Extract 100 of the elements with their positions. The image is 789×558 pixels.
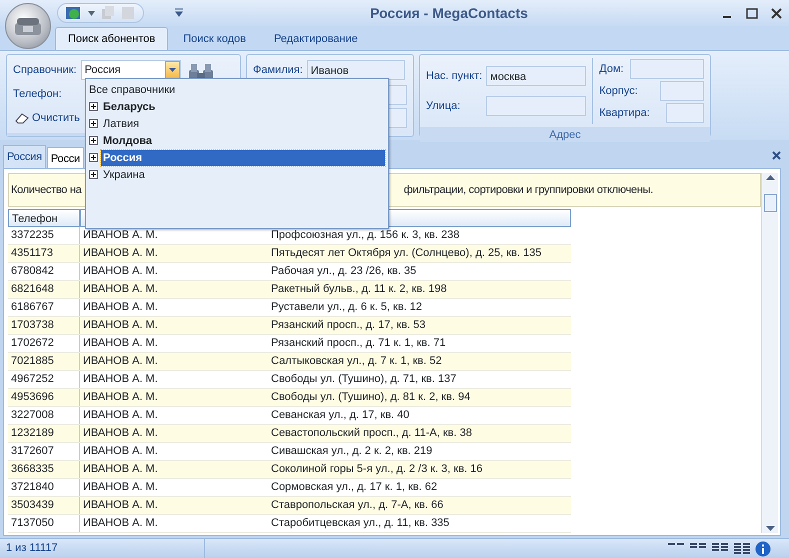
table-cell: 3668335 [8, 461, 80, 478]
app-orb-button[interactable] [5, 3, 51, 49]
field-label: Телефон: [13, 86, 62, 102]
table-cell-text: ИВАНОВ А. М. [82, 246, 159, 261]
table-cell: 7021885 [8, 353, 80, 370]
table-cell: 3372235 [8, 227, 80, 244]
dropdown-item[interactable]: Украина [101, 166, 385, 182]
field-label: Фамилия: [253, 62, 303, 78]
table-cell: 3721840 [8, 479, 80, 496]
scroll-down-icon[interactable] [766, 526, 774, 531]
phone-icon [13, 15, 43, 37]
building-field[interactable] [660, 81, 704, 101]
window-title: Россия - MegaContacts [369, 4, 529, 23]
document-tab[interactable]: Россия [3, 144, 46, 168]
table-cell-text: Севанская ул., д. 17, кв. 40 [270, 408, 410, 423]
city-field[interactable]: москва [486, 66, 586, 86]
table-cell-text: Пятьдесят лет Октября ул. (Солнцево), д. 25, кв. 135 [270, 246, 542, 261]
dropdown-item[interactable]: Молдова [101, 132, 385, 148]
table-cell-text: ИВАНОВ А. М. [82, 264, 159, 279]
field-label: Справочник: [13, 62, 77, 78]
expand-icon[interactable] [89, 170, 98, 179]
table-cell-text: Рязанский просп., д. 71 к. 1, кв. 71 [270, 336, 447, 351]
apartment-field[interactable] [666, 103, 704, 123]
close-icon[interactable] [772, 150, 781, 160]
eraser-icon [15, 112, 29, 124]
table-cell-text: Сивашская ул., д. 2 к. 2, кв. 219 [270, 444, 434, 459]
clear-button[interactable]: Очистить [13, 110, 82, 126]
table-cell-text: Соколиной горы 5-я ул., д. 2 /3 к. 3, кв. 16 [270, 462, 484, 477]
table-cell-text: Салтыковская ул., д. 7 к. 1, кв. 52 [270, 354, 443, 369]
field-label: Нас. пункт: [426, 68, 482, 84]
table-cell: 6821648 [8, 281, 80, 298]
table-cell-text: Ракетный бульв., д. 11 к. 2, кв. 198 [270, 282, 448, 297]
info-text: Количество на [11, 182, 82, 198]
expand-icon[interactable] [89, 153, 98, 162]
record-counter: 1 из 11117 [0, 539, 205, 558]
table-cell: 4967252 [8, 371, 80, 388]
table-cell-text: Свободы ул. (Тушино), д. 71, кв. 137 [270, 372, 458, 387]
table-cell-text: ИВАНОВ А. М. [82, 516, 159, 531]
table-cell: 4953696 [8, 389, 80, 406]
expand-icon[interactable] [89, 102, 98, 111]
maximize-icon[interactable] [744, 6, 759, 20]
column-header[interactable]: Телефон [8, 209, 80, 227]
table-cell-text: ИВАНОВ А. М. [82, 354, 159, 369]
ribbon-tab[interactable]: Поиск кодов [170, 26, 259, 50]
ribbon-tab[interactable]: Редактирование [260, 26, 371, 50]
view-layout-icon[interactable] [733, 542, 751, 555]
table-cell-text: Сормовская ул., д. 17 к. 1, кв. 62 [270, 480, 438, 495]
table-cell-text: Севастопольский просп., д. 11-А, кв. 38 [270, 426, 473, 441]
table-cell-text: ИВАНОВ А. М. [82, 480, 159, 495]
table-cell-text: ИВАНОВ А. М. [82, 282, 159, 297]
table-cell-text: ИВАНОВ А. М. [82, 372, 159, 387]
scroll-up-icon[interactable] [766, 175, 774, 180]
table-cell-text: ИВАНОВ А. М. [82, 228, 159, 243]
dropdown-button[interactable] [164, 61, 180, 79]
table-cell-text: ИВАНОВ А. М. [82, 408, 159, 423]
table-cell-text: ИВАНОВ А. М. [82, 498, 159, 513]
caret-icon[interactable] [88, 10, 95, 16]
dropdown-item[interactable]: Все справочники [89, 82, 385, 98]
table-cell: 4351173 [8, 245, 80, 262]
table-cell-text: ИВАНОВ А. М. [82, 318, 159, 333]
table-cell-text: ИВАНОВ А. М. [82, 444, 159, 459]
table-cell: 1702672 [8, 335, 80, 352]
field-label: Улица: [426, 98, 460, 114]
expand-icon[interactable] [89, 119, 98, 128]
table-cell: 3227008 [8, 407, 80, 424]
table-cell-text: Рязанский просп., д. 17, кв. 53 [270, 318, 427, 333]
expand-icon[interactable] [89, 136, 98, 145]
field-label: Дом: [599, 62, 624, 77]
table-cell-text: ИВАНОВ А. М. [82, 462, 159, 477]
info-icon[interactable] [755, 540, 771, 556]
table-cell-text: Старобитцевская ул., д. 11, кв. 335 [270, 516, 450, 531]
house-field[interactable] [630, 59, 704, 79]
table-cell-text: Рабочая ул., д. 23 /26, кв. 35 [270, 264, 418, 279]
document-tab[interactable]: Росси [46, 147, 84, 168]
surname-field[interactable]: Иванов [306, 60, 405, 80]
caret-icon [168, 68, 176, 72]
street-field[interactable] [486, 96, 586, 116]
dropdown-item[interactable]: Беларусь [101, 98, 385, 114]
field-label: Квартира: [599, 106, 650, 121]
field-label: Корпус: [599, 84, 638, 99]
customize-icon[interactable] [174, 8, 184, 18]
table-cell-text: ИВАНОВ А. М. [82, 336, 159, 351]
table-cell-text: ИВАНОВ А. М. [82, 300, 159, 315]
ribbon-tab[interactable]: Поиск абонентов [55, 26, 168, 50]
dropdown-item[interactable]: Латвия [101, 116, 385, 132]
scroll-thumb[interactable] [764, 194, 776, 212]
directory-combo[interactable]: Россия [80, 60, 181, 80]
group-title: Адрес [420, 127, 710, 142]
table-cell: 1232189 [8, 425, 80, 442]
globe-icon[interactable] [66, 6, 82, 20]
dropdown-item[interactable]: Россия [101, 150, 385, 166]
table-cell: 3172607 [8, 443, 80, 460]
table-cell: 7137050 [8, 515, 80, 532]
table-cell: 6186767 [8, 299, 80, 316]
info-text: фильтрации, сортировки и группировки отключены. [404, 182, 653, 198]
table-cell-text: Профсоюзная ул., д. 156 к. 3, кв. 238 [270, 228, 460, 243]
table-cell: 6780842 [8, 263, 80, 280]
table-cell-text: ИВАНОВ А. М. [82, 390, 159, 405]
table-cell-text: Руставели ул., д. 6 к. 5, кв. 12 [270, 300, 424, 315]
close-icon[interactable] [769, 6, 784, 20]
